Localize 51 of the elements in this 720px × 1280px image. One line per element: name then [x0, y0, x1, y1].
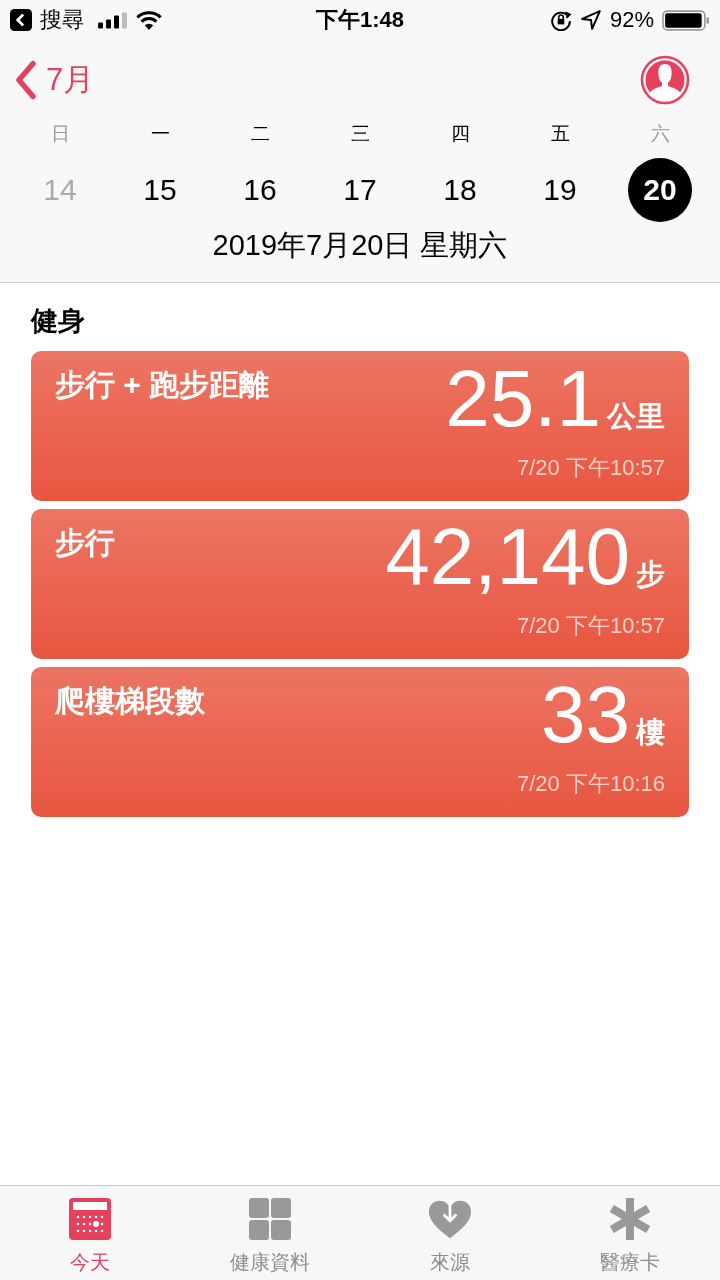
card-title: 步行 + 跑步距離	[55, 367, 270, 403]
metric-card[interactable]: 步行 42,140 步 7/20 下午10:57	[31, 509, 689, 659]
metric-unit: 公里	[607, 399, 665, 434]
weekday-label: 四	[450, 122, 470, 146]
tab[interactable]: 來源	[360, 1186, 540, 1280]
metric-value: 42,140	[385, 513, 630, 601]
wifi-icon	[136, 10, 162, 30]
back-label[interactable]: 搜尋	[40, 5, 84, 35]
chevron-icon	[14, 60, 38, 100]
tab[interactable]: 今天	[0, 1186, 180, 1280]
battery-percent: 92%	[609, 7, 654, 33]
battery-icon	[662, 9, 710, 31]
timestamp: 7/20 下午10:57	[517, 612, 665, 640]
timestamp: 7/20 下午10:16	[517, 770, 665, 798]
metric-value: 33	[541, 671, 630, 759]
date-button[interactable]: 17	[328, 158, 392, 222]
weekday-label: 五	[550, 122, 570, 146]
metric-unit: 樓	[636, 715, 665, 750]
weekday-label: 六	[650, 122, 670, 146]
weekday-label: 二	[250, 122, 270, 146]
signal-icon	[98, 11, 128, 29]
date-button[interactable]: 14	[28, 158, 92, 222]
section-title: 健身	[31, 305, 86, 338]
date-button[interactable]: 19	[528, 158, 592, 222]
timestamp: 7/20 下午10:57	[517, 454, 665, 482]
date-button[interactable]: 20	[628, 158, 692, 222]
grid-icon	[248, 1197, 292, 1241]
weekday-label: 日	[50, 122, 70, 146]
weekday-label: 一	[150, 122, 170, 146]
rotation-lock-icon	[549, 9, 572, 31]
metric-card[interactable]: 爬樓梯段數 33 樓 7/20 下午10:16	[31, 667, 689, 817]
weekday-label: 三	[350, 122, 370, 146]
card-title: 步行	[55, 525, 115, 561]
date-button[interactable]: 16	[228, 158, 292, 222]
selected-date: 2019年7月20日 星期六	[211, 228, 509, 263]
calendar-icon	[68, 1197, 112, 1241]
metric-value: 25.1	[445, 355, 601, 443]
profile-icon[interactable]	[640, 55, 690, 105]
status-time: 下午1:48	[316, 6, 404, 34]
asterisk-icon	[608, 1197, 652, 1241]
location-icon	[579, 9, 602, 31]
date-button[interactable]: 18	[428, 158, 492, 222]
card-title: 爬樓梯段數	[55, 683, 205, 719]
metric-unit: 步	[636, 557, 665, 592]
heart-download-icon	[428, 1197, 472, 1241]
back-button[interactable]: 7月	[14, 59, 95, 101]
date-button[interactable]: 15	[128, 158, 192, 222]
tab[interactable]: 健康資料	[180, 1186, 360, 1280]
tab[interactable]: 醫療卡	[540, 1186, 720, 1280]
back-icon[interactable]	[10, 9, 32, 31]
metric-card[interactable]: 步行 + 跑步距離 25.1 公里 7/20 下午10:57	[31, 351, 689, 501]
